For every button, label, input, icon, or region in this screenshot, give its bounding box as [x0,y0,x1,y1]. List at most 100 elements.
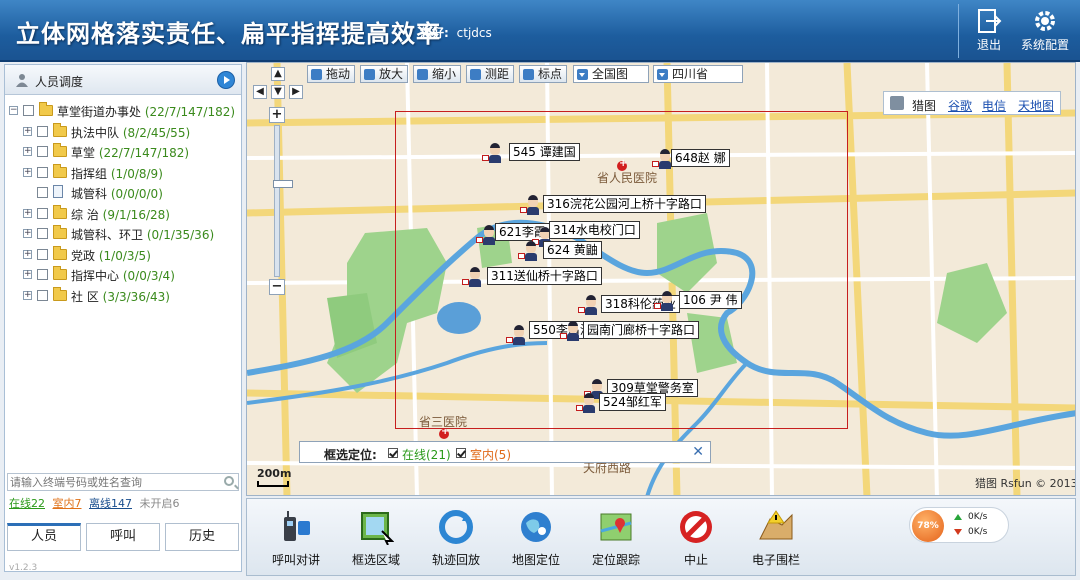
intercom-button[interactable]: 呼叫对讲 [261,507,331,571]
tab-history[interactable]: 历史 [165,523,239,551]
drag-tool-button[interactable]: 拖动 [307,65,356,83]
map-type-google[interactable]: 谷歌 [948,97,972,114]
expand-icon[interactable]: + [23,147,32,156]
offline-count-link[interactable]: 离线147 [89,497,132,510]
expand-icon[interactable]: + [23,208,32,218]
tree-node-label[interactable]: 草堂街道办事处 (22/7/147/182) [57,103,235,120]
police-officer-icon[interactable] [482,143,503,163]
zoom-out-tool-button[interactable]: 缩小 [413,65,462,83]
personnel-label[interactable]: 314水电校门口 [549,221,640,239]
track-replay-button[interactable]: 轨迹回放 [421,507,491,571]
personnel-label[interactable]: 648赵 娜 [671,149,730,167]
personnel-label[interactable]: 624 黄鼬 [543,241,602,259]
tree-checkbox[interactable] [37,207,48,219]
police-officer-icon[interactable] [654,291,675,311]
search-icon[interactable] [224,476,234,486]
tree-checkbox[interactable] [37,146,48,157]
tree-node-label[interactable]: 党政 (1/0/3/5) [71,247,151,264]
tree-node-label[interactable]: 指挥组 (1/0/8/9) [71,165,163,182]
pan-up-button[interactable]: ▲ [271,67,285,81]
pan-left-button[interactable]: ◀ [253,85,267,99]
expand-icon[interactable]: + [23,270,32,279]
tree-node-label[interactable]: 社 区 (3/3/36/43) [71,288,170,305]
country-select[interactable]: 全国图 [573,65,649,83]
measure-tool-button[interactable]: 测距 [466,65,515,83]
tree-node[interactable]: + 综 治 (9/1/16/28) [5,204,241,225]
police-officer-icon[interactable] [518,241,539,261]
zoom-in-tool-button[interactable]: 放大 [360,65,409,83]
police-officer-icon[interactable] [520,195,541,215]
tree-node[interactable]: + 党政 (1/0/3/5) [5,245,241,266]
map-type-telecom[interactable]: 电信 [982,97,1006,114]
locate-track-button[interactable]: 定位跟踪 [581,507,651,571]
collapse-panel-button[interactable] [217,71,235,89]
personnel-label[interactable]: 106 尹 伟 [679,291,742,309]
personnel-label[interactable]: 316浣花公园河上桥十字路口 [543,195,706,213]
stop-button[interactable]: 中止 [661,507,731,571]
lock-icon[interactable] [890,96,904,110]
tree-node-label[interactable]: 城管科、环卫 (0/1/35/36) [71,226,214,243]
zoom-in-button[interactable]: + [269,107,285,123]
expand-icon[interactable]: + [23,229,32,238]
tree-checkbox[interactable] [37,289,48,301]
expand-icon[interactable]: + [23,167,32,177]
pan-right-button[interactable]: ▶ [289,85,303,99]
mark-point-tool-button[interactable]: 标点 [519,65,568,83]
tree-checkbox[interactable] [37,125,48,137]
expand-icon[interactable]: + [23,290,32,300]
tree-node-label[interactable]: 城管科 (0/0/0/0) [71,185,163,202]
close-icon[interactable]: ✕ [692,444,704,460]
tab-personnel[interactable]: 人员 [7,523,81,551]
zoom-out-button[interactable]: − [269,279,285,295]
online-checkbox[interactable] [388,448,398,458]
tree-checkbox[interactable] [37,269,48,280]
tree-node[interactable]: + 指挥中心 (0/0/3/4) [5,265,241,286]
police-officer-icon[interactable] [506,325,527,345]
system-config-button[interactable]: 系统配置 [1018,4,1072,58]
expand-icon[interactable]: + [23,249,32,259]
province-select[interactable]: 四川省 [653,65,743,83]
search-input[interactable] [8,474,218,490]
tree-node-label[interactable]: 综 治 (9/1/16/28) [71,206,170,223]
tree-node[interactable]: 城管科 (0/0/0/0) [5,183,241,204]
tree-checkbox[interactable] [37,228,48,239]
personnel-label[interactable]: 311送仙桥十字路口 [487,267,602,285]
personnel-label[interactable]: 545 谭建国 [509,143,580,161]
tree-checkbox[interactable] [37,187,48,198]
box-select-button[interactable]: 框选区域 [341,507,411,571]
personnel-label[interactable]: 524邹红军 [599,393,666,411]
zoom-slider[interactable] [273,125,293,277]
expand-icon[interactable]: + [23,126,32,136]
tree-node-label[interactable]: 指挥中心 (0/0/3/4) [71,267,175,284]
tree-checkbox[interactable] [23,105,34,116]
tree-node[interactable]: + 执法中队 (8/2/45/55) [5,122,241,143]
pan-down-button[interactable]: ▼ [271,85,285,99]
map-locate-button[interactable]: 地图定位 [501,507,571,571]
tree-node[interactable]: + 指挥组 (1/0/8/9) [5,163,241,184]
map-type-tianditu[interactable]: 天地图 [1018,97,1054,114]
upload-speed: 0K/s [968,512,988,522]
tree-checkbox[interactable] [37,248,48,260]
map-view[interactable]: ▲ ◀ ▶ ▼ + − 拖动 放大 缩小 测距 标点 全国图 四川省 猎图 谷歌… [246,62,1076,496]
tree-node-label[interactable]: 草堂 (22/7/147/182) [71,144,189,161]
police-officer-icon[interactable] [560,321,581,341]
collapse-icon[interactable]: − [9,106,18,115]
tree-node-label[interactable]: 执法中队 (8/2/45/55) [71,124,190,141]
tree-node[interactable]: − 草堂街道办事处 (22/7/147/182) [5,101,241,122]
police-officer-icon[interactable] [576,393,597,413]
geofence-button[interactable]: 电子围栏 [741,507,811,571]
exit-button[interactable]: 退出 [962,4,1016,58]
tab-call[interactable]: 呼叫 [86,523,160,551]
tree-node[interactable]: + 城管科、环卫 (0/1/35/36) [5,224,241,245]
personnel-label[interactable]: 园南门廊桥十字路口 [583,321,700,339]
indoor-count-link[interactable]: 室内7 [53,497,82,510]
tree-checkbox[interactable] [37,166,48,178]
tree-node[interactable]: + 草堂 (22/7/147/182) [5,142,241,163]
indoor-checkbox[interactable] [456,448,466,458]
police-officer-icon[interactable] [578,295,599,315]
tree-node-name: 城管科、环卫 [71,228,144,242]
zoom-slider-handle[interactable] [273,180,293,188]
online-count-link[interactable]: 在线22 [9,497,45,510]
tree-node[interactable]: + 社 区 (3/3/36/43) [5,286,241,307]
police-officer-icon[interactable] [462,267,483,287]
